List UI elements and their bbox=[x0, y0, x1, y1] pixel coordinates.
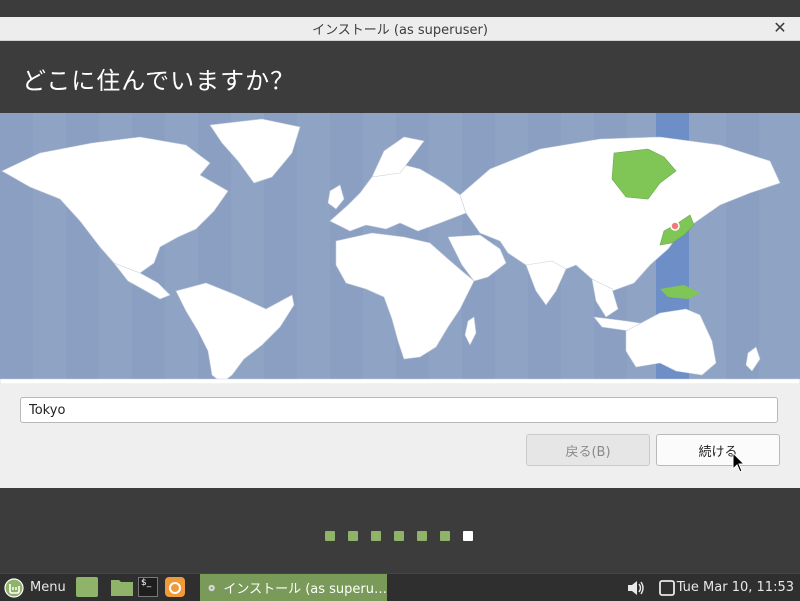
mouse-cursor-icon bbox=[732, 452, 746, 473]
back-button[interactable]: 戻る(B) bbox=[526, 434, 650, 466]
step-dot bbox=[325, 531, 335, 541]
notifications-icon[interactable] bbox=[658, 574, 676, 601]
city-marker-icon[interactable] bbox=[670, 221, 680, 231]
window-title: インストール (as superuser) bbox=[312, 23, 488, 38]
step-dot bbox=[371, 531, 381, 541]
location-panel: 戻る(B) 続ける bbox=[0, 384, 800, 488]
world-map[interactable] bbox=[0, 113, 800, 384]
continue-button[interactable]: 続ける bbox=[656, 434, 780, 466]
clock[interactable]: Tue Mar 10, 11:53 bbox=[677, 574, 794, 601]
step-progress bbox=[0, 488, 800, 573]
page-title: どこに住んでいますか？ bbox=[22, 67, 296, 95]
show-desktop-icon[interactable] bbox=[76, 577, 98, 597]
disc-icon bbox=[208, 584, 215, 591]
timezone-map[interactable] bbox=[0, 113, 800, 384]
page-header: どこに住んでいますか？ bbox=[0, 41, 800, 113]
step-dot bbox=[394, 531, 404, 541]
mint-logo-icon bbox=[4, 577, 24, 598]
terminal-icon[interactable]: $_ bbox=[138, 577, 158, 597]
back-button-label: 戻る(B) bbox=[565, 444, 611, 460]
close-icon[interactable]: ✕ bbox=[772, 20, 788, 36]
step-dot-current bbox=[463, 531, 473, 541]
files-icon[interactable] bbox=[110, 577, 134, 597]
taskbar-window-installer[interactable]: インストール (as superu… bbox=[200, 574, 387, 601]
step-dot bbox=[440, 531, 450, 541]
timezone-input[interactable] bbox=[20, 397, 778, 423]
menu-button[interactable]: Menu bbox=[4, 574, 66, 601]
volume-icon[interactable] bbox=[626, 574, 646, 601]
taskbar-window-label: インストール (as superu… bbox=[223, 582, 387, 597]
clock-label: Tue Mar 10, 11:53 bbox=[676, 580, 794, 595]
menu-label: Menu bbox=[30, 580, 66, 595]
taskbar: Menu $_ インストール (as superu… Tue Mar 10, 1… bbox=[0, 573, 800, 601]
firefox-icon[interactable] bbox=[165, 577, 185, 597]
step-dot bbox=[417, 531, 427, 541]
window-titlebar[interactable]: インストール (as superuser) ✕ bbox=[0, 17, 800, 41]
step-dot bbox=[348, 531, 358, 541]
